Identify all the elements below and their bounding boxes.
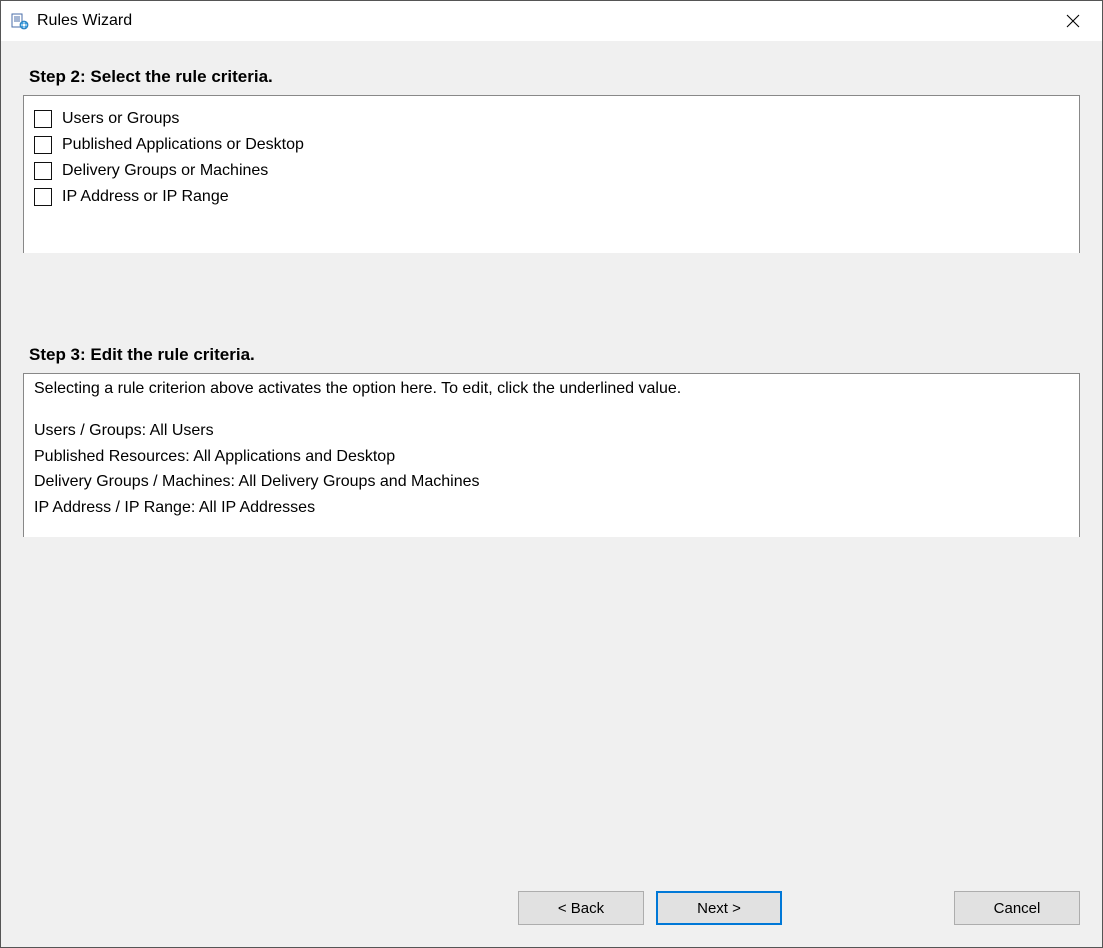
step3-line-delivery: Delivery Groups / Machines: All Delivery… xyxy=(34,469,1069,495)
wizard-icon xyxy=(11,12,29,30)
wizard-content: Step 2: Select the rule criteria. Users … xyxy=(1,41,1102,947)
criteria-row-delivery-groups[interactable]: Delivery Groups or Machines xyxy=(32,158,1071,184)
criteria-label: Delivery Groups or Machines xyxy=(62,162,268,180)
next-button[interactable]: Next > xyxy=(656,891,782,925)
checkbox-ip-range[interactable] xyxy=(34,188,52,206)
checkbox-delivery-groups[interactable] xyxy=(34,162,52,180)
criteria-label: Users or Groups xyxy=(62,110,179,128)
checkbox-published-apps[interactable] xyxy=(34,136,52,154)
criteria-row-published-apps[interactable]: Published Applications or Desktop xyxy=(32,132,1071,158)
window-title: Rules Wizard xyxy=(37,12,1052,30)
criteria-row-users-groups[interactable]: Users or Groups xyxy=(32,106,1071,132)
close-icon xyxy=(1066,14,1080,28)
step3-panel: Selecting a rule criterion above activat… xyxy=(23,373,1080,537)
step3-line-resources: Published Resources: All Applications an… xyxy=(34,444,1069,470)
cancel-button[interactable]: Cancel xyxy=(954,891,1080,925)
step2-heading: Step 2: Select the rule criteria. xyxy=(29,67,1080,87)
titlebar: Rules Wizard xyxy=(1,1,1102,41)
close-button[interactable] xyxy=(1052,5,1094,37)
back-button[interactable]: < Back xyxy=(518,891,644,925)
criteria-label: Published Applications or Desktop xyxy=(62,136,304,154)
step2-panel: Users or Groups Published Applications o… xyxy=(23,95,1080,253)
step3-line-users: Users / Groups: All Users xyxy=(34,418,1069,444)
step3-line-ip: IP Address / IP Range: All IP Addresses xyxy=(34,495,1069,521)
step3-section: Step 3: Edit the rule criteria. Selectin… xyxy=(23,345,1080,537)
checkbox-users-groups[interactable] xyxy=(34,110,52,128)
wizard-footer: < Back Next > Cancel xyxy=(23,891,1080,925)
step3-heading: Step 3: Edit the rule criteria. xyxy=(29,345,1080,365)
criteria-row-ip-range[interactable]: IP Address or IP Range xyxy=(32,184,1071,210)
step3-instruction: Selecting a rule criterion above activat… xyxy=(34,380,1069,398)
criteria-label: IP Address or IP Range xyxy=(62,188,229,206)
